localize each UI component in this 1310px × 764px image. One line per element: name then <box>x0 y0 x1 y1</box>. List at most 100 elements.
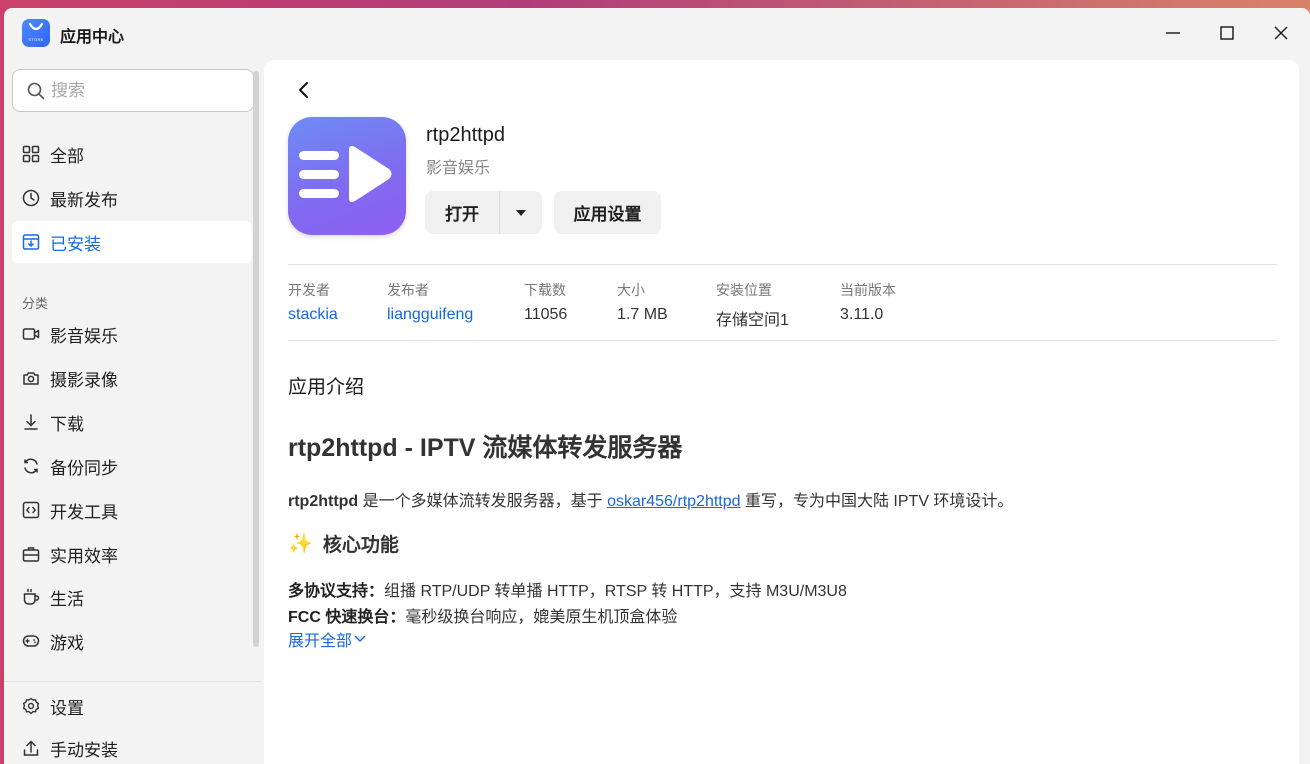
chevron-left-icon <box>299 82 308 98</box>
meta-label: 开发者 <box>288 282 330 298</box>
app-window: STORE 应用中心 全部 最新发布 <box>4 8 1310 764</box>
meta-value: 3.11.0 <box>840 306 884 323</box>
sidebar-item-all[interactable]: 全部 <box>12 133 252 175</box>
sidebar-scrollbar[interactable] <box>253 71 259 647</box>
upload-icon <box>22 739 40 757</box>
sidebar-item-label: 设置 <box>50 698 84 718</box>
feature-item: 多协议支持：组播 RTP/UDP 转单播 HTTP，RTSP 转 HTTP，支持… <box>288 577 847 601</box>
intro-heading: rtp2httpd - IPTV 流媒体转发服务器 <box>288 434 683 462</box>
search-icon <box>27 82 45 100</box>
sidebar-item-label: 影音娱乐 <box>50 326 118 346</box>
caret-down-icon <box>516 209 526 216</box>
meta-developer: 开发者 stackia <box>288 280 338 324</box>
meta-value: 1.7 MB <box>617 306 668 323</box>
camera-icon <box>22 369 40 387</box>
window-title: 应用中心 <box>60 29 125 46</box>
sidebar: 全部 最新发布 已安装 分类 影音娱乐 摄影录像 <box>4 60 262 764</box>
app-settings-button[interactable]: 应用设置 <box>554 191 661 234</box>
sidebar-item-label: 生活 <box>50 589 84 609</box>
publisher-link[interactable]: liangguifeng <box>387 306 473 324</box>
meta-install-location: 安装位置 存储空间1 <box>716 280 789 330</box>
video-icon <box>22 325 40 343</box>
sidebar-item-label: 备份同步 <box>50 458 118 478</box>
sync-icon <box>22 457 40 475</box>
briefcase-icon <box>22 545 40 563</box>
features-heading: ✨ 核心功能 <box>288 530 399 557</box>
download-icon <box>22 413 40 431</box>
grid-icon <box>22 145 40 163</box>
features-heading-text: 核心功能 <box>322 535 399 556</box>
maximize-button[interactable] <box>1216 22 1238 44</box>
close-button[interactable] <box>1270 22 1292 44</box>
sidebar-bottom: 设置 手动安装 <box>4 681 262 764</box>
back-button[interactable] <box>292 78 316 102</box>
sidebar-item-label: 最新发布 <box>50 190 118 210</box>
meta-label: 大小 <box>617 282 645 298</box>
installed-icon <box>22 233 40 251</box>
chevron-down-icon <box>354 635 366 643</box>
sidebar-item-label: 已安装 <box>50 234 101 254</box>
intro-paragraph: rtp2httpd 是一个多媒体流转发服务器，基于 oskar456/rtp2h… <box>288 487 1013 511</box>
sidebar-item-media[interactable]: 影音娱乐 <box>12 313 252 355</box>
meta-value: 11056 <box>524 306 568 323</box>
gamepad-icon <box>22 632 40 650</box>
search-input[interactable] <box>51 79 241 103</box>
sidebar-item-latest[interactable]: 最新发布 <box>12 177 252 219</box>
meta-label: 发布者 <box>387 282 429 298</box>
open-dropdown-button[interactable] <box>500 191 542 234</box>
clock-icon <box>22 189 40 207</box>
para-text: 是一个多媒体流转发服务器，基于 <box>358 493 608 510</box>
sidebar-item-label: 游戏 <box>50 633 84 653</box>
search-box[interactable] <box>12 69 254 112</box>
sidebar-item-settings[interactable]: 设置 <box>12 685 252 727</box>
feature-text: 毫秒级换台响应，媲美原生机顶盒体验 <box>405 609 678 626</box>
sidebar-item-backup[interactable]: 备份同步 <box>12 445 252 487</box>
open-button[interactable]: 打开 <box>425 191 499 234</box>
app-name: rtp2httpd <box>426 124 505 146</box>
sidebar-item-download[interactable]: 下载 <box>12 401 252 443</box>
sparkles-icon: ✨ <box>288 533 313 555</box>
divider-bottom <box>288 340 1277 341</box>
sidebar-item-photo[interactable]: 摄影录像 <box>12 357 252 399</box>
sidebar-item-manual-install[interactable]: 手动安装 <box>12 727 252 764</box>
app-icon <box>288 117 406 235</box>
intro-section-label: 应用介绍 <box>288 377 365 398</box>
sidebar-item-label: 下载 <box>50 414 84 434</box>
sidebar-item-games[interactable]: 游戏 <box>12 620 252 662</box>
expand-all-link[interactable]: 展开全部 <box>288 627 366 651</box>
sidebar-item-installed[interactable]: 已安装 <box>12 221 252 263</box>
meta-version: 当前版本 3.11.0 <box>840 280 896 324</box>
meta-downloads: 下载数 11056 <box>524 280 567 324</box>
play-list-icon <box>299 146 392 202</box>
minimize-button[interactable] <box>1162 22 1184 44</box>
code-icon <box>22 501 40 519</box>
feature-text: 组播 RTP/UDP 转单播 HTTP，RTSP 转 HTTP，支持 M3U/M… <box>384 583 847 600</box>
meta-label: 当前版本 <box>840 282 896 298</box>
source-repo-link[interactable]: oskar456/rtp2httpd <box>607 493 740 510</box>
sidebar-item-productivity[interactable]: 实用效率 <box>12 533 252 575</box>
meta-label: 安装位置 <box>716 282 772 298</box>
sidebar-item-life[interactable]: 生活 <box>12 576 252 618</box>
sidebar-item-label: 摄影录像 <box>50 370 118 390</box>
logo-text: STORE <box>28 37 44 42</box>
meta-value: 存储空间1 <box>716 312 789 329</box>
feature-title: FCC 快速换台： <box>288 609 406 626</box>
meta-size: 大小 1.7 MB <box>617 280 668 324</box>
gear-icon <box>22 697 40 715</box>
sidebar-item-devtools[interactable]: 开发工具 <box>12 489 252 531</box>
expand-label: 展开全部 <box>288 633 353 650</box>
main-content: rtp2httpd 影音娱乐 打开 应用设置 开发者 stackia 发布者 l… <box>264 60 1299 764</box>
para-text: 重写，专为中国大陆 IPTV 环境设计。 <box>740 493 1014 510</box>
category-section-label: 分类 <box>22 296 49 311</box>
feature-item: FCC 快速换台：毫秒级换台响应，媲美原生机顶盒体验 <box>288 603 677 627</box>
developer-link[interactable]: stackia <box>288 306 338 324</box>
meta-publisher: 发布者 liangguifeng <box>387 280 473 324</box>
app-store-logo-icon: STORE <box>22 19 50 47</box>
cup-icon <box>22 588 40 606</box>
para-bold: rtp2httpd <box>288 493 359 510</box>
sidebar-item-label: 开发工具 <box>50 502 118 522</box>
sidebar-item-label: 实用效率 <box>50 546 118 566</box>
divider-top <box>288 264 1277 265</box>
meta-label: 下载数 <box>524 282 566 298</box>
title-bar: STORE 应用中心 <box>4 8 1310 60</box>
